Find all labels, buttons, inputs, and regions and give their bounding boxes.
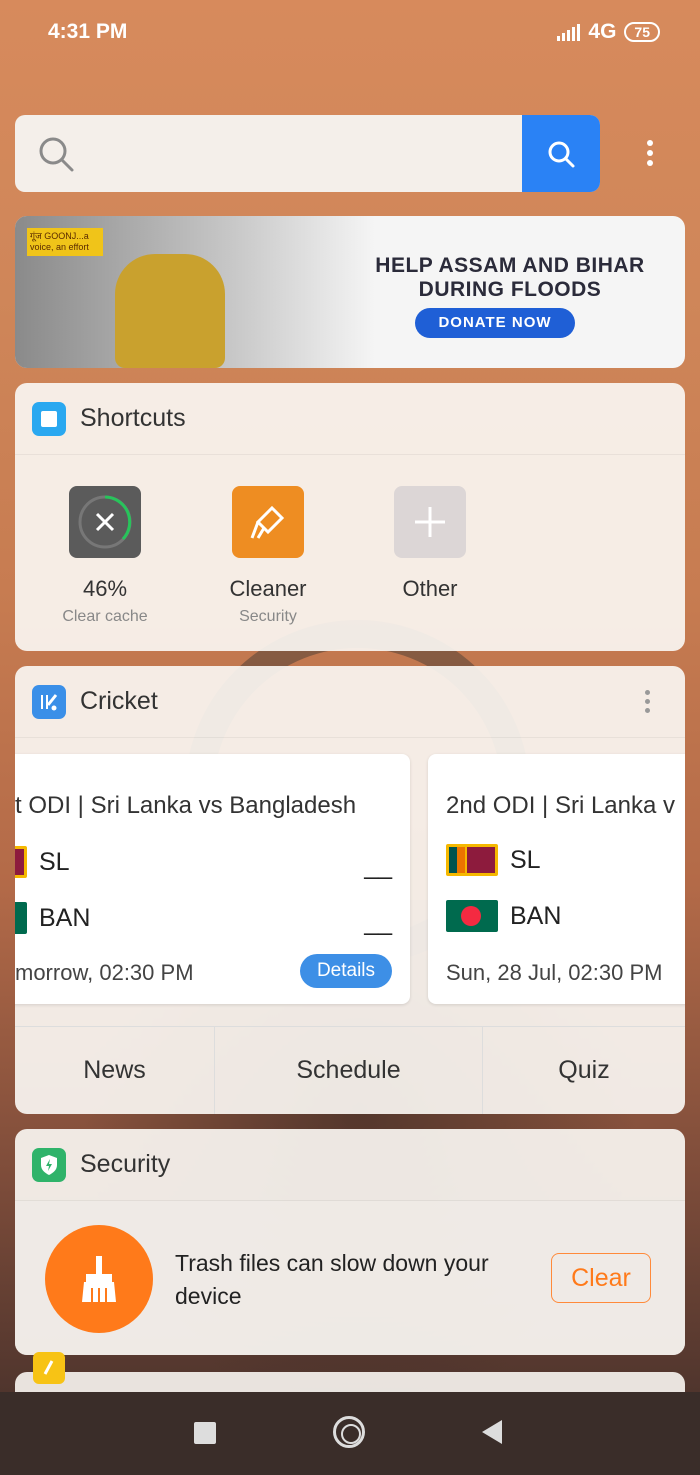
- tab-schedule[interactable]: Schedule: [215, 1027, 483, 1114]
- search-icon: [548, 141, 575, 167]
- security-body: Trash files can slow down your device Cl…: [15, 1201, 685, 1355]
- sri-lanka-flag-icon: [446, 844, 498, 876]
- security-title: Security: [80, 1150, 171, 1178]
- match-title: t ODI | Sri Lanka vs Bangladesh: [15, 792, 357, 819]
- bangladesh-flag-icon: [446, 900, 498, 932]
- note-icon: [33, 1352, 65, 1384]
- shortcuts-title: Shortcuts: [80, 404, 186, 432]
- sri-lanka-flag-icon: [15, 846, 27, 878]
- match-title: 2nd ODI | Sri Lanka v: [446, 792, 676, 819]
- recents-icon[interactable]: [194, 1422, 216, 1444]
- team-name: BAN: [510, 901, 562, 930]
- search-bar[interactable]: [15, 115, 600, 192]
- broom-icon: [232, 486, 304, 558]
- navigation-bar: [0, 1392, 700, 1475]
- cricket-card: Cricket t ODI | Sri Lanka vs Bangladesh …: [15, 666, 685, 1114]
- broom-icon: [45, 1225, 153, 1333]
- bangladesh-flag-icon: [15, 902, 27, 934]
- shortcut-label: 46%: [82, 576, 128, 601]
- cricket-icon: [32, 684, 66, 719]
- shortcuts-icon: [32, 401, 66, 436]
- security-card: Security Trash files can slow down your …: [15, 1129, 685, 1355]
- match-card[interactable]: 2nd ODI | Sri Lanka v SL BAN Sun, 28 Jul…: [428, 754, 685, 1004]
- shortcuts-header: Shortcuts: [15, 383, 685, 455]
- security-header: Security: [15, 1129, 685, 1201]
- back-icon[interactable]: [482, 1420, 502, 1444]
- home-icon[interactable]: [333, 1416, 365, 1448]
- goonj-logo: गूंज GOONJ...a voice, an effort: [27, 228, 103, 256]
- banner-title-line1: HELP ASSAM AND BIHAR: [375, 254, 645, 277]
- cricket-more-icon[interactable]: [645, 690, 651, 717]
- team-score: __: [364, 908, 392, 936]
- team-name: BAN: [39, 903, 91, 932]
- battery-icon: 75: [624, 22, 660, 42]
- shortcuts-card: Shortcuts 46% Clear cache Cleaner Securi…: [15, 383, 685, 651]
- banner-title-line2: DURING FLOODS: [418, 278, 602, 301]
- banner-title: HELP ASSAM AND BIHAR DURING FLOODS: [340, 254, 680, 302]
- team-score: __: [364, 852, 392, 880]
- match-time: Sun, 28 Jul, 02:30 PM: [446, 960, 663, 985]
- more-options-icon[interactable]: [640, 140, 660, 170]
- team-row: SL: [446, 844, 541, 876]
- shortcut-clear-cache[interactable]: 46% Clear cache: [35, 486, 175, 626]
- tab-quiz[interactable]: Quiz: [483, 1027, 685, 1114]
- shortcut-sub: Clear cache: [62, 608, 148, 625]
- cricket-title: Cricket: [80, 687, 158, 715]
- match-time: morrow, 02:30 PM: [15, 960, 194, 985]
- status-bar: 4:31 PM 4G 75: [0, 0, 700, 64]
- team-name: SL: [39, 847, 70, 876]
- security-message: Trash files can slow down your device: [175, 1250, 489, 1309]
- shield-icon: [32, 1147, 66, 1182]
- donation-banner[interactable]: गूंज GOONJ...a voice, an effort HELP ASS…: [15, 216, 685, 368]
- search-button[interactable]: [522, 115, 600, 192]
- signal-icon: [557, 23, 581, 41]
- search-icon: [37, 135, 77, 180]
- team-name: SL: [510, 845, 541, 874]
- shortcut-other[interactable]: Other: [360, 486, 500, 602]
- cricket-tabs: News Schedule Quiz: [15, 1026, 685, 1114]
- shortcut-label: Cleaner: [229, 576, 307, 601]
- search-input[interactable]: [95, 133, 515, 173]
- details-button[interactable]: Details: [300, 954, 392, 988]
- team-row: SL: [15, 846, 70, 878]
- network-type: 4G: [588, 20, 617, 43]
- donate-now-button[interactable]: DONATE NOW: [415, 308, 575, 338]
- shortcut-label: Other: [402, 576, 458, 601]
- status-time: 4:31 PM: [48, 20, 128, 43]
- tab-news[interactable]: News: [15, 1027, 215, 1114]
- clear-cache-icon: [69, 486, 141, 558]
- shortcut-sub: Security: [239, 608, 297, 625]
- team-row: BAN: [15, 902, 90, 934]
- shortcut-cleaner[interactable]: Cleaner Security: [198, 486, 338, 626]
- status-indicators: 4G 75: [557, 20, 660, 44]
- cricket-header: Cricket: [15, 666, 685, 738]
- plus-icon: [394, 486, 466, 558]
- match-card[interactable]: t ODI | Sri Lanka vs Bangladesh SL __ BA…: [15, 754, 410, 1004]
- team-row: BAN: [446, 900, 561, 932]
- clear-button[interactable]: Clear: [551, 1253, 651, 1303]
- banner-person-image: [115, 254, 225, 368]
